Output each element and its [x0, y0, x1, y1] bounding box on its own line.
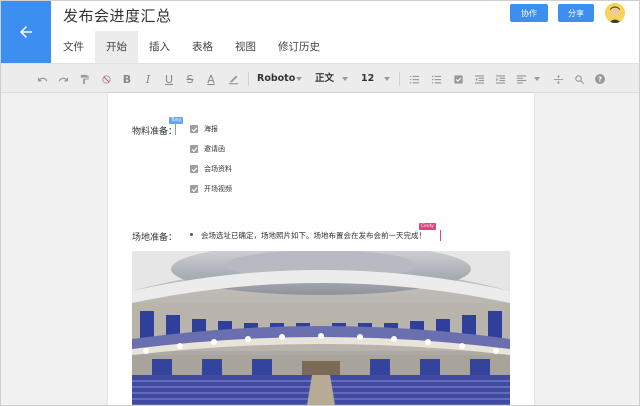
- checklist-icon[interactable]: [451, 64, 465, 94]
- venue-heading: 场地准备：: [132, 233, 178, 243]
- menu-home[interactable]: 开始: [95, 31, 138, 63]
- collaborator-cursor-tag: Tony: [169, 117, 184, 124]
- collaborator-cursor: [440, 230, 441, 241]
- strikethrough-icon[interactable]: S: [184, 64, 196, 94]
- arrow-left-icon: [20, 26, 32, 38]
- font-color-icon[interactable]: A: [205, 64, 217, 94]
- list-item: 会场选址已确定，场地照片如下。场地布置会在发布会前一天完成！: [201, 231, 426, 240]
- font-family-select[interactable]: Roboto: [257, 64, 295, 94]
- share-button[interactable]: 分享: [558, 4, 594, 22]
- collaborator-cursor-tag: Cindy: [419, 223, 436, 230]
- font-size-select[interactable]: 12: [361, 64, 374, 94]
- underline-icon[interactable]: U: [163, 64, 175, 94]
- chevron-down-icon: [342, 77, 348, 81]
- document-page[interactable]: 物料准备： Tony 海报 邀请函 会场资料 开场视频 场地准备： 会场选址已确…: [108, 93, 534, 405]
- undo-icon[interactable]: [35, 64, 49, 94]
- menu-view[interactable]: 视图: [224, 31, 267, 63]
- checkmark-icon: [191, 146, 197, 152]
- checklist-item-label: 开场视频: [204, 185, 232, 193]
- highlight-icon[interactable]: [226, 64, 240, 94]
- indent-increase-icon[interactable]: [493, 64, 507, 94]
- toolbar-divider: [399, 72, 400, 86]
- collaborate-button[interactable]: 协作: [510, 4, 548, 22]
- checklist-item-label: 海报: [204, 125, 218, 133]
- help-icon[interactable]: ?: [593, 64, 607, 94]
- clear-format-icon[interactable]: [99, 64, 113, 94]
- materials-heading: 物料准备：: [132, 127, 178, 137]
- checkmark-icon: [191, 186, 197, 192]
- document-title[interactable]: 发布会进度汇总: [63, 5, 172, 26]
- bullet-dot: [190, 233, 193, 236]
- chevron-down-icon: [384, 77, 390, 81]
- bullet-list-icon[interactable]: [429, 64, 443, 94]
- line-spacing-icon[interactable]: [551, 64, 565, 94]
- indent-decrease-icon[interactable]: [472, 64, 486, 94]
- align-left-icon[interactable]: [514, 64, 528, 94]
- header: 发布会进度汇总 文件 开始 插入 表格 视图 修订历史 协作 分享: [1, 1, 639, 63]
- svg-text:?: ?: [598, 76, 602, 84]
- checkbox[interactable]: [190, 125, 198, 133]
- checklist-item-label: 邀请函: [204, 145, 225, 153]
- user-avatar-icon: [605, 3, 625, 23]
- avatar[interactable]: [605, 3, 625, 23]
- bold-icon[interactable]: B: [121, 64, 133, 94]
- search-icon[interactable]: [572, 64, 586, 94]
- ordered-list-icon[interactable]: [407, 64, 421, 94]
- formatting-toolbar: B I U S A Roboto 正文 12 ?: [1, 63, 639, 94]
- app-window: 发布会进度汇总 文件 开始 插入 表格 视图 修订历史 协作 分享 B I U …: [0, 0, 640, 406]
- menu-file[interactable]: 文件: [52, 31, 95, 63]
- menu-revision-history[interactable]: 修订历史: [267, 31, 331, 63]
- back-button[interactable]: [1, 1, 51, 63]
- checklist-item-label: 会场资料: [204, 165, 232, 173]
- venue-photo[interactable]: [132, 251, 510, 405]
- menu-table[interactable]: 表格: [181, 31, 224, 63]
- chevron-down-icon: [296, 77, 302, 81]
- checkbox[interactable]: [190, 145, 198, 153]
- menu-bar: 文件 开始 插入 表格 视图 修订历史: [52, 31, 331, 63]
- toolbar-divider: [248, 72, 249, 86]
- checkbox[interactable]: [190, 165, 198, 173]
- redo-icon[interactable]: [56, 64, 70, 94]
- checkbox[interactable]: [190, 185, 198, 193]
- checkmark-icon: [191, 126, 197, 132]
- collaborator-cursor: [175, 124, 176, 135]
- menu-insert[interactable]: 插入: [138, 31, 181, 63]
- italic-icon[interactable]: I: [142, 64, 154, 94]
- format-painter-icon[interactable]: [77, 64, 91, 94]
- chevron-down-icon: [534, 77, 540, 81]
- paragraph-style-select[interactable]: 正文: [315, 64, 334, 94]
- checkmark-icon: [191, 166, 197, 172]
